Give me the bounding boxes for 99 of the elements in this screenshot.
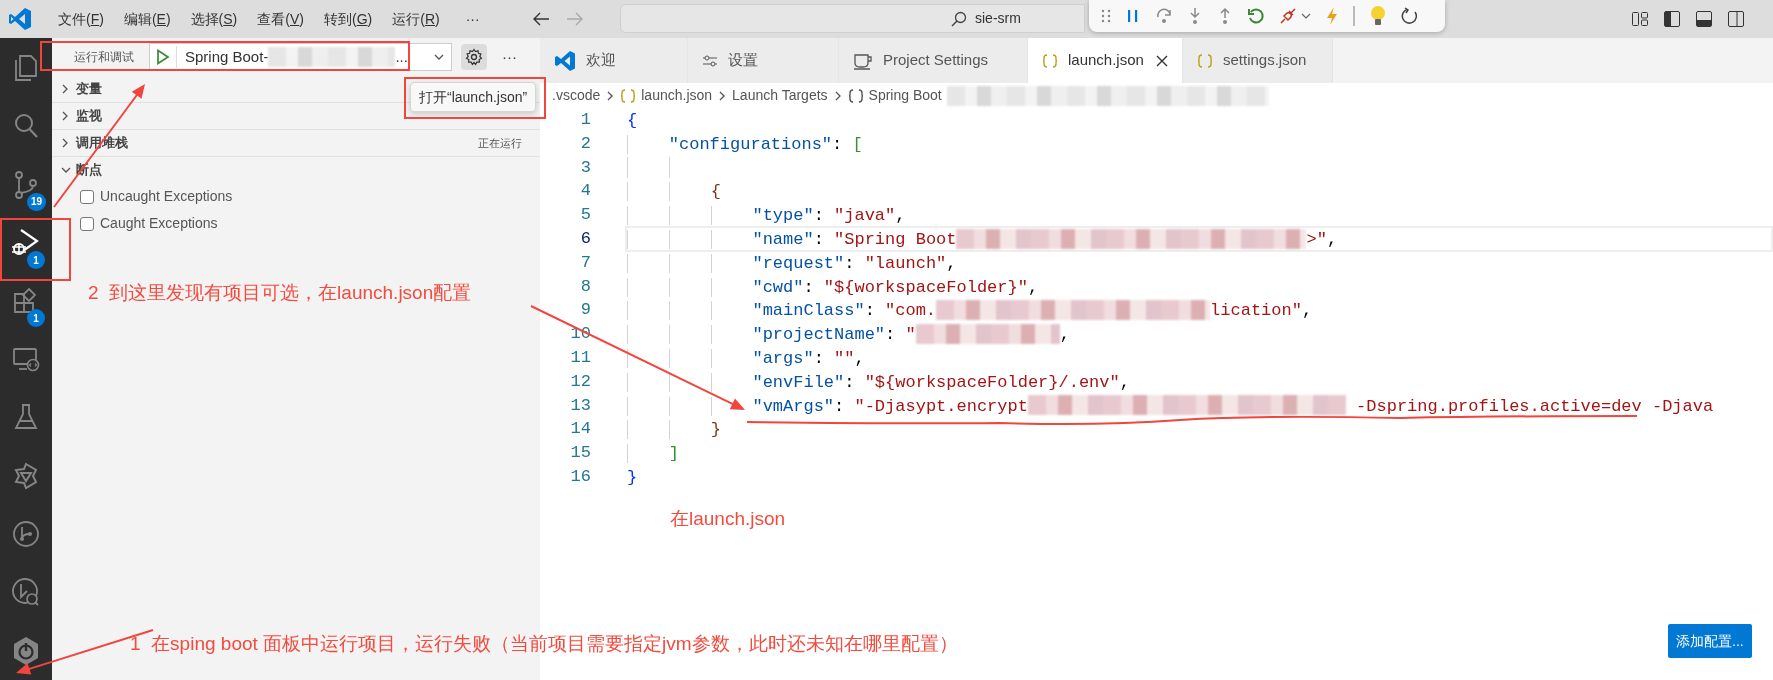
back-arrow-icon[interactable] [531,11,550,27]
line-number: 6 [579,228,591,250]
logo-icon [8,7,32,31]
line-number: 2 [579,132,591,155]
label-text: Spring Boot- [185,46,269,67]
step-over-icon[interactable] [1155,7,1173,25]
configuration-dropdown[interactable]: Spring Boot- ... [149,43,452,71]
editor-tab[interactable]: Project Settings [839,38,1028,83]
label-text: .vscode [552,86,601,105]
annotation-text: 1 在sping boot 面板中运行项目，运行失败（当前项目需要指定jvm参数，此时还未知在哪里配置） [130,632,958,656]
code-line: "projectName": " , [627,323,1070,345]
cup-icon [853,51,873,70]
power-icon[interactable] [11,635,41,666]
plug-icon [1279,7,1297,25]
braces-icon [620,87,637,104]
more-actions-button[interactable]: ··· [502,45,517,69]
checkbox[interactable] [80,189,94,204]
layout-icon[interactable] [1631,10,1649,28]
tooltip: 打开“launch.json” [410,82,537,112]
checkbox-label: Uncaught Exceptions [100,187,233,206]
label-text: Launch Targets [732,86,828,105]
step-into-icon[interactable] [1187,7,1203,25]
code-line: "type": "java", [627,204,906,226]
line-number: 3 [579,156,591,179]
line-number: 5 [579,204,591,227]
label-text: ... [395,46,408,67]
notification-badge: 1 [27,309,45,328]
line-number: 1 [579,109,591,131]
refresh-icon[interactable] [1401,7,1419,25]
label-text: Spring Boot [868,86,942,105]
line-number: 15 [569,442,591,465]
line-number: 16 [569,465,591,488]
line-number: 13 [569,394,591,417]
search-field[interactable]: sie-srm [620,4,1085,33]
code-line: } [627,466,638,488]
search-text: sie-srm [975,9,1021,28]
section-header[interactable]: 变量 [60,79,102,99]
section-header[interactable]: 监视 [60,106,102,126]
menu-item[interactable]: 编辑(E) [113,8,181,30]
search-icon [951,10,967,27]
menu-item[interactable]: 查看(V) [247,8,314,30]
editor-tab[interactable]: 设置 [688,38,839,83]
editor-tab[interactable]: 欢迎 [540,38,688,83]
branch-magnifier-icon[interactable] [11,577,41,608]
branch-circle-icon[interactable] [11,519,41,550]
code-line: "request": "launch", [627,251,957,274]
code-line: "cwd": "${workspaceFolder}", [627,275,1039,298]
play-icon [156,49,170,65]
notification-badge: 1 [27,251,45,270]
status-text: 正在运行 [478,135,522,151]
grip-icon[interactable] [1101,8,1111,24]
code-line: ] [627,442,679,464]
more-menu[interactable]: ··· [455,8,490,30]
braces-icon [1197,52,1213,69]
code-line: } [627,418,721,441]
split-toggle-icon[interactable] [1727,10,1745,28]
code-line: { [627,180,721,203]
play-bug-icon[interactable] [11,227,41,258]
line-number: 8 [579,275,591,298]
notification-badge: 19 [27,192,47,211]
settings-icon [465,48,483,66]
menu-item[interactable]: 运行(R) [382,8,450,30]
braces-icon [847,87,864,104]
disconnect-button[interactable] [1279,7,1311,25]
menu-item[interactable]: 转到(G) [313,8,383,30]
code-line: { [627,110,638,131]
settings-button[interactable] [461,44,487,70]
line-number: 7 [579,251,591,274]
close-icon[interactable] [1156,54,1168,67]
editor-tab[interactable]: settings.json [1183,38,1333,83]
divider-icon [1353,6,1355,26]
editor-tab[interactable]: launch.json [1028,38,1183,83]
bulb-icon[interactable] [1369,5,1387,27]
label-text: launch.json [641,86,713,105]
code-line: "mainClass": "com. lication", [627,299,1313,322]
logo-icon [554,49,576,72]
panel-title: 运行和调试 [74,49,134,66]
restart-icon[interactable] [1247,7,1265,25]
panel-toggle-icon[interactable] [1695,10,1713,28]
braces-icon [1042,52,1058,69]
code-line: "vmArgs": "-Djasypt.encrypt -Dspring.profiles.active=dev -Djava [627,394,1714,417]
line-number: 4 [579,180,591,203]
line-number: 14 [569,418,591,441]
line-number: 11 [569,346,591,369]
line-number: 9 [579,299,591,322]
code-line: "configurations": [ [627,132,863,155]
menu-item[interactable]: 文件(F) [48,8,114,30]
caret-icon [1301,12,1311,20]
annotation-text: 2 到这里发现有项目可选，在launch.json配置 [88,281,472,305]
code-line: "name": "Spring Boot >", [627,228,1338,250]
sidebar-toggle-icon[interactable] [1663,10,1681,28]
checkbox-label: Caught Exceptions [100,214,218,233]
menu-item[interactable]: 选择(S) [180,8,248,30]
annotation-text: 在launch.json [670,507,786,531]
sliders-icon [702,53,718,68]
checkbox[interactable] [80,216,94,231]
line-number: 12 [569,370,591,393]
add-configuration-button[interactable]: 添加配置... [1668,624,1752,658]
highlight-box [0,218,71,281]
